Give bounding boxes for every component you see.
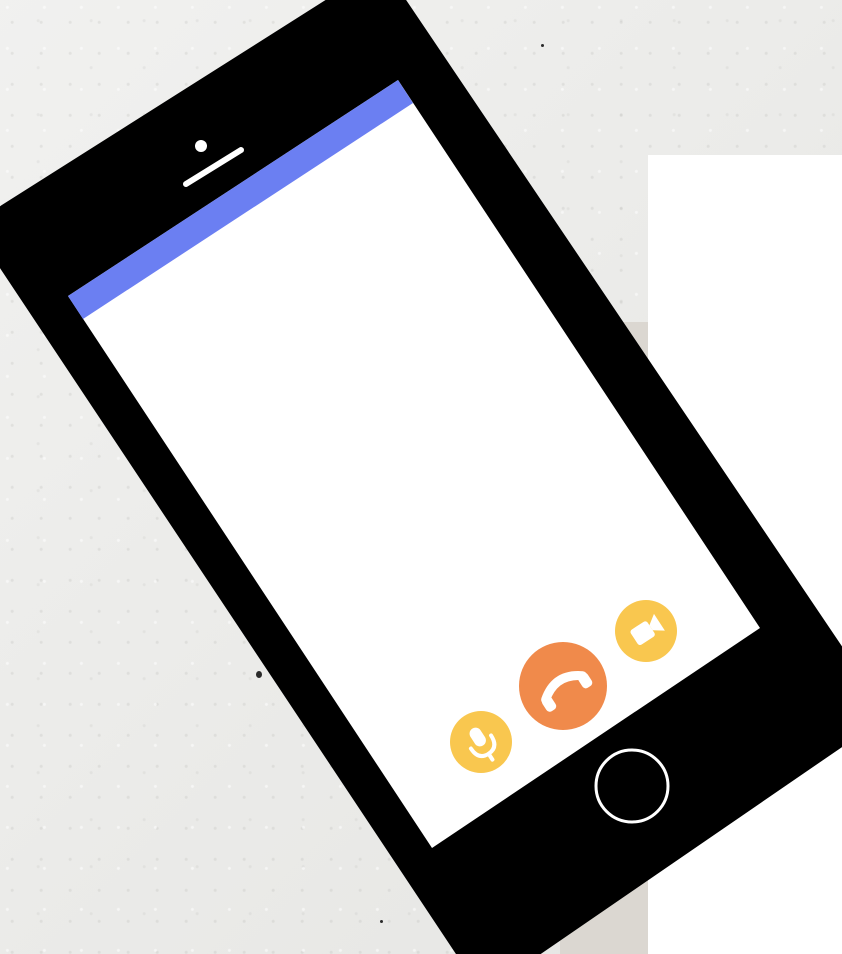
- front-camera-icon: [195, 140, 207, 152]
- end-call-button[interactable]: [519, 642, 607, 730]
- mute-button[interactable]: [450, 711, 512, 773]
- home-button-icon[interactable]: [594, 748, 670, 824]
- video-button[interactable]: [615, 600, 677, 662]
- phone-illustration: [0, 0, 842, 954]
